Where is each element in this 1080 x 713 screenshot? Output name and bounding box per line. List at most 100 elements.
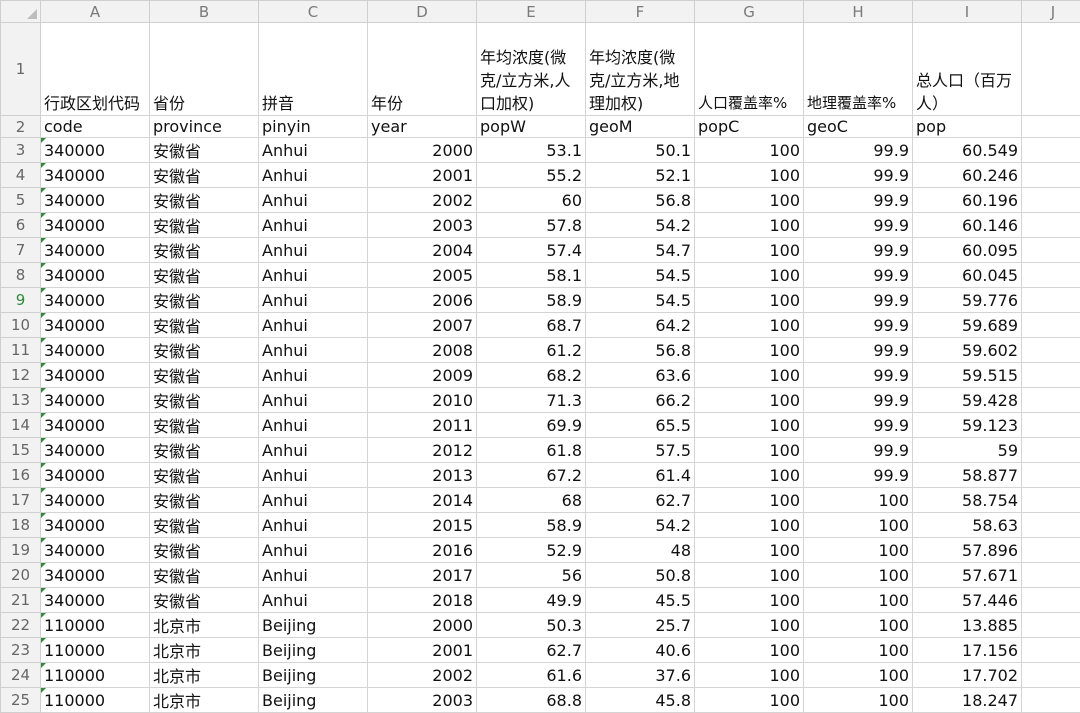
cell[interactable]: 57.4 — [477, 238, 586, 263]
cell[interactable]: 100 — [695, 563, 804, 588]
cell[interactable] — [1022, 363, 1080, 388]
cell[interactable]: 99.9 — [804, 313, 913, 338]
cell[interactable] — [1022, 463, 1080, 488]
row-header[interactable]: 18 — [1, 513, 41, 538]
row-header[interactable]: 15 — [1, 438, 41, 463]
cell[interactable] — [1022, 563, 1080, 588]
cell[interactable]: 99.9 — [804, 288, 913, 313]
column-header[interactable]: A — [41, 1, 150, 23]
cell[interactable]: 安徽省 — [150, 538, 259, 563]
cell[interactable]: 99.9 — [804, 338, 913, 363]
cell[interactable]: 2010 — [368, 388, 477, 413]
cell[interactable] — [1022, 238, 1080, 263]
select-all-corner[interactable] — [1, 1, 41, 23]
cell[interactable]: 59.689 — [913, 313, 1022, 338]
cell[interactable]: Anhui — [259, 438, 368, 463]
cell[interactable]: 安徽省 — [150, 138, 259, 163]
cell[interactable]: 安徽省 — [150, 463, 259, 488]
cell[interactable]: 59 — [913, 438, 1022, 463]
cell[interactable]: 2009 — [368, 363, 477, 388]
cell[interactable]: 100 — [804, 513, 913, 538]
cell[interactable]: 100 — [695, 613, 804, 638]
cell[interactable]: 59.123 — [913, 413, 1022, 438]
cell[interactable]: 60.095 — [913, 238, 1022, 263]
cell[interactable]: 安徽省 — [150, 313, 259, 338]
cell[interactable]: 37.6 — [586, 663, 695, 688]
cell[interactable]: 60.146 — [913, 213, 1022, 238]
cell[interactable]: 安徽省 — [150, 513, 259, 538]
row-header[interactable]: 2 — [1, 116, 41, 138]
cell[interactable]: 58.877 — [913, 463, 1022, 488]
cell[interactable]: 100 — [695, 688, 804, 713]
cell[interactable]: 56 — [477, 563, 586, 588]
cell[interactable]: Anhui — [259, 238, 368, 263]
cell[interactable]: 99.9 — [804, 238, 913, 263]
cell[interactable] — [1022, 688, 1080, 713]
cell[interactable]: 安徽省 — [150, 263, 259, 288]
cell[interactable]: 安徽省 — [150, 288, 259, 313]
column-header[interactable]: J — [1022, 1, 1080, 23]
row-header[interactable]: 3 — [1, 138, 41, 163]
cell[interactable]: 68 — [477, 488, 586, 513]
cell[interactable]: 340000 — [41, 188, 150, 213]
cell[interactable]: 拼音 — [259, 23, 368, 116]
cell[interactable]: 62.7 — [477, 638, 586, 663]
cell[interactable]: 100 — [695, 638, 804, 663]
cell[interactable]: Anhui — [259, 563, 368, 588]
cell[interactable]: 25.7 — [586, 613, 695, 638]
cell[interactable]: 340000 — [41, 388, 150, 413]
cell[interactable]: 340000 — [41, 363, 150, 388]
cell[interactable] — [1022, 116, 1080, 138]
row-header[interactable]: 12 — [1, 363, 41, 388]
cell[interactable] — [1022, 413, 1080, 438]
cell[interactable]: 100 — [695, 138, 804, 163]
cell[interactable]: 59.515 — [913, 363, 1022, 388]
cell[interactable]: 安徽省 — [150, 438, 259, 463]
cell[interactable]: 2017 — [368, 563, 477, 588]
cell[interactable]: 57.8 — [477, 213, 586, 238]
cell[interactable]: 66.2 — [586, 388, 695, 413]
cell[interactable]: 52.1 — [586, 163, 695, 188]
cell[interactable]: 安徽省 — [150, 588, 259, 613]
cell[interactable]: 100 — [695, 263, 804, 288]
cell[interactable]: 100 — [804, 688, 913, 713]
cell[interactable]: 100 — [695, 488, 804, 513]
cell[interactable]: 省份 — [150, 23, 259, 116]
cell[interactable]: 99.9 — [804, 213, 913, 238]
cell[interactable]: 58.1 — [477, 263, 586, 288]
row-header[interactable]: 13 — [1, 388, 41, 413]
cell[interactable]: 2014 — [368, 488, 477, 513]
cell[interactable]: 100 — [695, 313, 804, 338]
cell[interactable]: 57.446 — [913, 588, 1022, 613]
cell[interactable]: Anhui — [259, 388, 368, 413]
cell[interactable]: geoM — [586, 116, 695, 138]
cell[interactable]: 安徽省 — [150, 188, 259, 213]
cell[interactable]: 2012 — [368, 438, 477, 463]
cell[interactable]: 61.4 — [586, 463, 695, 488]
cell[interactable]: 340000 — [41, 513, 150, 538]
cell[interactable]: 60.549 — [913, 138, 1022, 163]
cell[interactable]: 54.5 — [586, 263, 695, 288]
cell[interactable]: 100 — [695, 338, 804, 363]
cell[interactable]: Anhui — [259, 488, 368, 513]
cell[interactable]: 54.5 — [586, 288, 695, 313]
cell[interactable]: 安徽省 — [150, 163, 259, 188]
cell[interactable]: Anhui — [259, 188, 368, 213]
cell[interactable]: 2002 — [368, 663, 477, 688]
cell[interactable]: 100 — [804, 663, 913, 688]
cell[interactable]: 63.6 — [586, 363, 695, 388]
cell[interactable]: Beijing — [259, 663, 368, 688]
cell[interactable]: 2011 — [368, 413, 477, 438]
row-header[interactable]: 9 — [1, 288, 41, 313]
column-header[interactable]: G — [695, 1, 804, 23]
cell[interactable]: Anhui — [259, 538, 368, 563]
row-header[interactable]: 11 — [1, 338, 41, 363]
cell[interactable]: 99.9 — [804, 388, 913, 413]
cell[interactable] — [1022, 388, 1080, 413]
cell[interactable]: 57.5 — [586, 438, 695, 463]
cell[interactable]: 2006 — [368, 288, 477, 313]
column-header[interactable]: E — [477, 1, 586, 23]
row-header[interactable]: 17 — [1, 488, 41, 513]
cell[interactable]: 340000 — [41, 438, 150, 463]
cell[interactable]: Anhui — [259, 588, 368, 613]
